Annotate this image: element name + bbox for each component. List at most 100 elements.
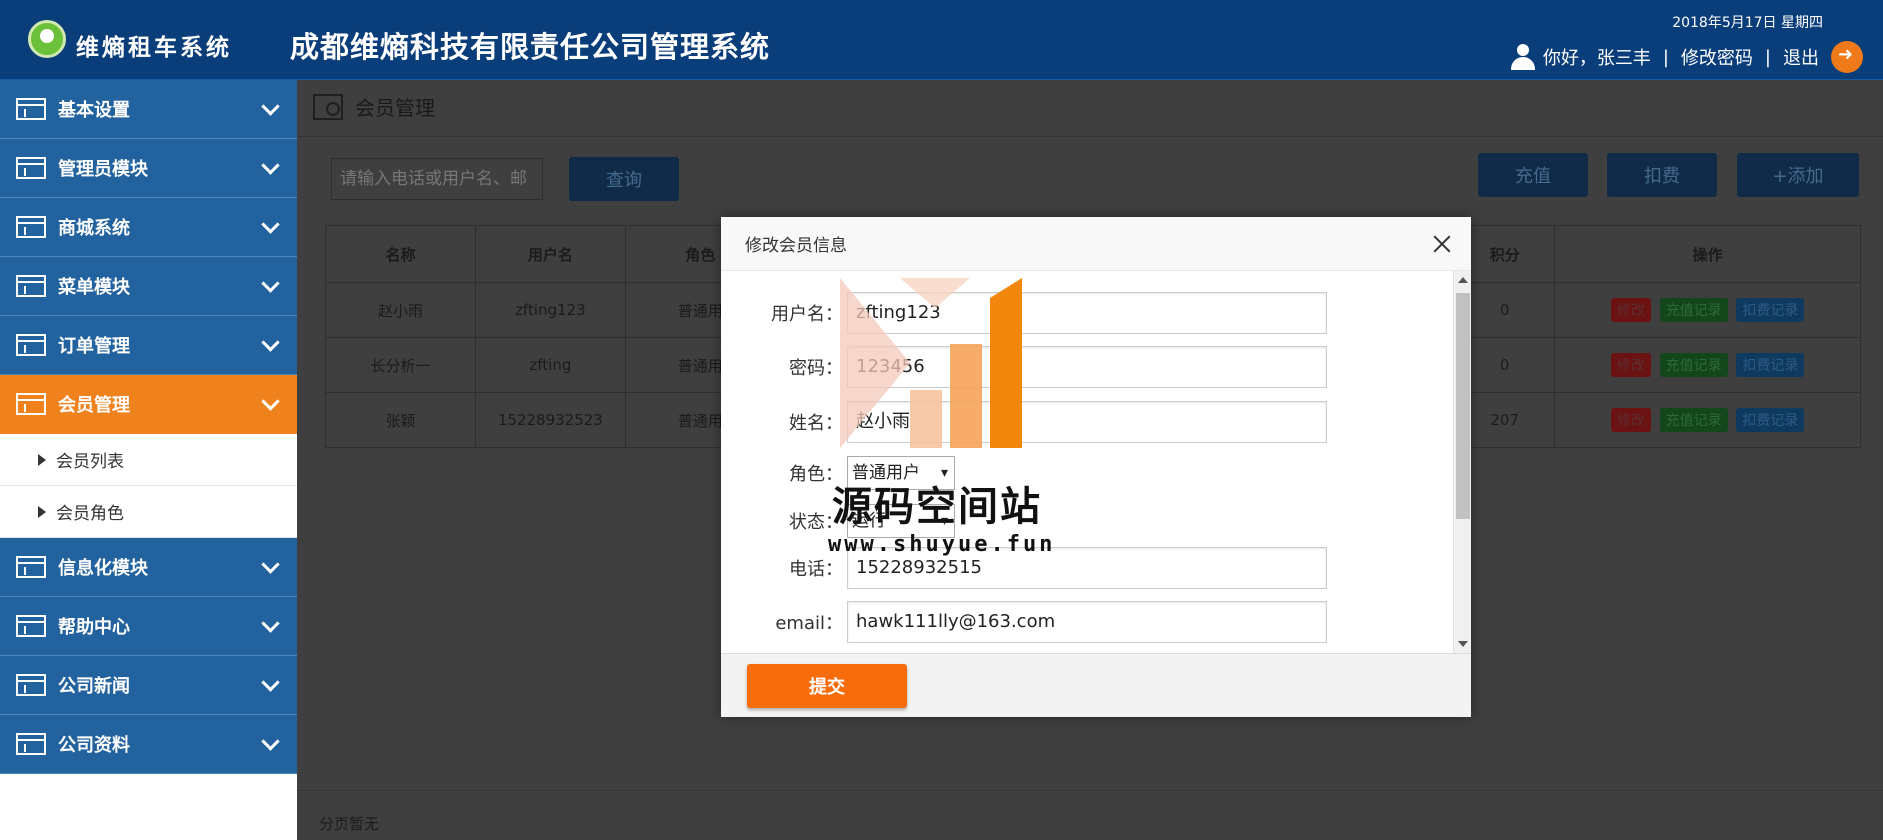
query-button[interactable]: 查询 (569, 157, 679, 201)
sidebar-item-admin[interactable]: 管理员模块 (0, 139, 297, 198)
sidebar-item-basic-settings[interactable]: 基本设置 (0, 80, 297, 139)
separator: | (1662, 46, 1669, 68)
recharge-button[interactable]: 充值 (1478, 153, 1588, 197)
sidebar-item-label: 信息化模块 (58, 558, 148, 579)
deduct-record-button[interactable]: 扣费记录 (1736, 408, 1805, 432)
add-button[interactable]: +添加 (1737, 153, 1859, 197)
dialog-footer: 提交 (721, 653, 1471, 717)
window-icon (16, 615, 46, 637)
window-icon (16, 216, 46, 238)
change-password-link[interactable]: 修改密码 (1681, 44, 1753, 70)
window-icon (16, 556, 46, 578)
role-label: 角色： (789, 464, 843, 485)
chevron-down-icon (261, 215, 280, 234)
watermark-text: 源码空间站 (832, 484, 1042, 530)
email-input[interactable]: hawk111lly@163.com (847, 601, 1327, 643)
window-icon (16, 393, 46, 415)
sidebar-item-label: 基本设置 (58, 100, 130, 121)
sidebar-item-label: 会员管理 (58, 395, 130, 416)
app-header: 维熵租车系统 成都维熵科技有限责任公司管理系统 2018年5月17日 星期四 你… (0, 0, 1883, 80)
sidebar-subitem-member-list[interactable]: 会员列表 (0, 434, 297, 486)
cell-username: zfting123 (474, 282, 626, 338)
status-label: 状态： (789, 512, 843, 533)
recharge-record-button[interactable]: 充值记录 (1659, 408, 1728, 432)
sidebar-subitem-label: 会员列表 (56, 452, 124, 472)
sidebar-item-orders[interactable]: 订单管理 (0, 316, 297, 375)
search-input[interactable]: 请输入电话或用户名、邮 (331, 158, 543, 200)
window-icon (16, 334, 46, 356)
recharge-record-button[interactable]: 充值记录 (1659, 353, 1728, 377)
chevron-down-icon (261, 392, 280, 411)
brand-logo-icon (28, 20, 66, 58)
dialog-scrollbar[interactable] (1453, 271, 1471, 653)
watermark-logo-icon (840, 278, 1022, 448)
deduct-record-button[interactable]: 扣费记录 (1736, 298, 1805, 322)
dialog-header: 修改会员信息 (721, 217, 1471, 271)
edit-member-dialog: 修改会员信息 用户名： zfting123 密码： 123456 姓名： 赵小雨… (721, 217, 1471, 717)
deduct-record-button[interactable]: 扣费记录 (1736, 353, 1805, 377)
scroll-down-icon[interactable] (1458, 641, 1468, 647)
sidebar-item-help[interactable]: 帮助中心 (0, 597, 297, 656)
divider (297, 790, 1883, 791)
scroll-up-icon[interactable] (1458, 277, 1468, 283)
sidebar-item-informatization[interactable]: 信息化模块 (0, 538, 297, 597)
window-icon (16, 157, 46, 179)
deduct-button[interactable]: 扣费 (1607, 153, 1717, 197)
close-icon[interactable] (1431, 233, 1453, 255)
sidebar: 基本设置 管理员模块 商城系统 菜单模块 订单管理 会员管理 会员列表 会员角色… (0, 80, 297, 840)
edit-button[interactable]: 修改 (1610, 408, 1651, 432)
cell-actions: 修改 充值记录 扣费记录 (1554, 337, 1861, 393)
sidebar-item-members[interactable]: 会员管理 (0, 375, 297, 434)
logout-link[interactable]: 退出 (1783, 44, 1819, 70)
chevron-down-icon (261, 732, 280, 751)
chevron-down-icon (261, 333, 280, 352)
current-date: 2018年5月17日 星期四 (1672, 15, 1823, 31)
sidebar-item-mall[interactable]: 商城系统 (0, 198, 297, 257)
cell-actions: 修改 充值记录 扣费记录 (1554, 392, 1861, 448)
sidebar-subitem-label: 会员角色 (56, 504, 124, 524)
page-title: 会员管理 (355, 96, 435, 120)
sidebar-item-label: 商城系统 (58, 218, 130, 239)
recharge-record-button[interactable]: 充值记录 (1659, 298, 1728, 322)
sidebar-subitem-member-roles[interactable]: 会员角色 (0, 486, 297, 538)
cell-name: 张颖 (325, 392, 476, 448)
realname-label: 姓名： (789, 413, 843, 434)
divider (297, 136, 1883, 137)
chevron-down-icon (261, 97, 280, 116)
password-label: 密码： (789, 358, 843, 379)
logout-icon[interactable] (1831, 41, 1863, 73)
sidebar-item-label: 订单管理 (58, 336, 130, 357)
phone-label: 电话： (789, 559, 843, 580)
system-title: 成都维熵科技有限责任公司管理系统 (290, 30, 771, 64)
sidebar-item-menu[interactable]: 菜单模块 (0, 257, 297, 316)
user-icon (1510, 44, 1535, 70)
chevron-down-icon (261, 555, 280, 574)
edit-button[interactable]: 修改 (1610, 298, 1651, 322)
form-row-role: 角色： 普通用户 (721, 451, 1451, 495)
window-icon (16, 733, 46, 755)
cell-actions: 修改 充值记录 扣费记录 (1554, 282, 1861, 338)
sidebar-item-label: 菜单模块 (58, 277, 130, 298)
scroll-thumb[interactable] (1456, 293, 1470, 519)
form-row-realname: 姓名： 赵小雨 (721, 400, 1451, 444)
form-row-password: 密码： 123456 (721, 345, 1451, 389)
username-label: 用户名： (771, 304, 843, 325)
column-header: 用户名 (474, 225, 626, 283)
submit-button[interactable]: 提交 (747, 664, 907, 708)
cell-username: 15228932523 (474, 392, 626, 448)
email-label: email： (775, 613, 843, 634)
breadcrumb: 会员管理 (313, 92, 435, 121)
sidebar-item-label: 管理员模块 (58, 159, 148, 180)
chevron-down-icon (261, 673, 280, 692)
chevron-down-icon (261, 274, 280, 293)
chevron-down-icon (261, 614, 280, 633)
sidebar-item-company-info[interactable]: 公司资料 (0, 715, 297, 774)
pagination-text: 分页暂无 (319, 815, 380, 833)
cell-name: 赵小雨 (325, 282, 476, 338)
form-row-username: 用户名： zfting123 (721, 291, 1451, 335)
sidebar-item-news[interactable]: 公司新闻 (0, 656, 297, 715)
chevron-down-icon (261, 156, 280, 175)
sidebar-item-label: 公司新闻 (58, 676, 130, 697)
edit-button[interactable]: 修改 (1610, 353, 1651, 377)
separator: | (1764, 46, 1771, 68)
